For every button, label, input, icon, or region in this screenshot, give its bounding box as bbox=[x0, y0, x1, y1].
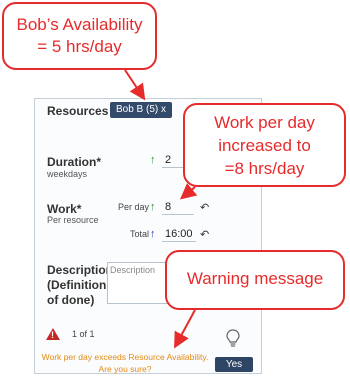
callout-warning: Warning message bbox=[165, 250, 345, 310]
resources-label: Resources bbox=[47, 104, 109, 118]
warning-message: Work per day exceeds Resource Availabili… bbox=[40, 351, 210, 375]
callout-work-line1: Work per day bbox=[214, 113, 315, 132]
callout-warning-line1: Warning message bbox=[186, 269, 324, 288]
total-label: Total bbox=[130, 229, 150, 239]
yes-button[interactable]: Yes bbox=[215, 357, 253, 372]
callout-availability-line2: = 5 hrs/day bbox=[37, 37, 122, 56]
total-undo-icon[interactable]: ↶ bbox=[200, 228, 209, 241]
warning-message-line2: Are you sure? bbox=[98, 364, 152, 374]
per-day-label: Per day bbox=[118, 202, 150, 212]
description-label-line2: (Definition bbox=[47, 278, 107, 292]
callout-work-line2: increased to bbox=[218, 136, 311, 155]
warning-exclamation: ! bbox=[51, 330, 54, 340]
resource-chip-bob[interactable]: Bob B (5) x bbox=[110, 102, 172, 118]
per-day-undo-icon[interactable]: ↶ bbox=[200, 201, 209, 214]
callout-work-per-day: Work per day increased to =8 hrs/day bbox=[183, 103, 346, 187]
work-label: Work* bbox=[47, 202, 82, 216]
arrow-to-resource-chip bbox=[124, 69, 146, 101]
callout-availability-line1: Bob’s Availability bbox=[16, 15, 143, 34]
description-label-line1: Description bbox=[47, 263, 114, 277]
total-up-arrow-icon: ↑ bbox=[150, 228, 156, 240]
work-sublabel: Per resource bbox=[47, 215, 99, 225]
callout-availability: Bob’s Availability = 5 hrs/day bbox=[2, 2, 157, 70]
duration-up-arrow-icon: ↑ bbox=[150, 154, 156, 166]
warning-message-line1: Work per day exceeds Resource Availabili… bbox=[41, 352, 209, 362]
callout-work-line3: =8 hrs/day bbox=[224, 159, 305, 178]
alert-count: 1 of 1 bbox=[72, 329, 95, 339]
duration-sublabel: weekdays bbox=[47, 169, 88, 179]
per-day-up-arrow-icon: ↑ bbox=[150, 201, 156, 213]
description-label: Description (Definition of done) bbox=[47, 263, 113, 308]
lightbulb-icon[interactable] bbox=[225, 328, 241, 348]
work-per-day-input[interactable]: 8 bbox=[162, 199, 194, 215]
description-label-line3: of done) bbox=[47, 293, 95, 307]
work-total-input[interactable]: 16:00 bbox=[162, 226, 196, 242]
duration-label: Duration* bbox=[47, 155, 101, 169]
